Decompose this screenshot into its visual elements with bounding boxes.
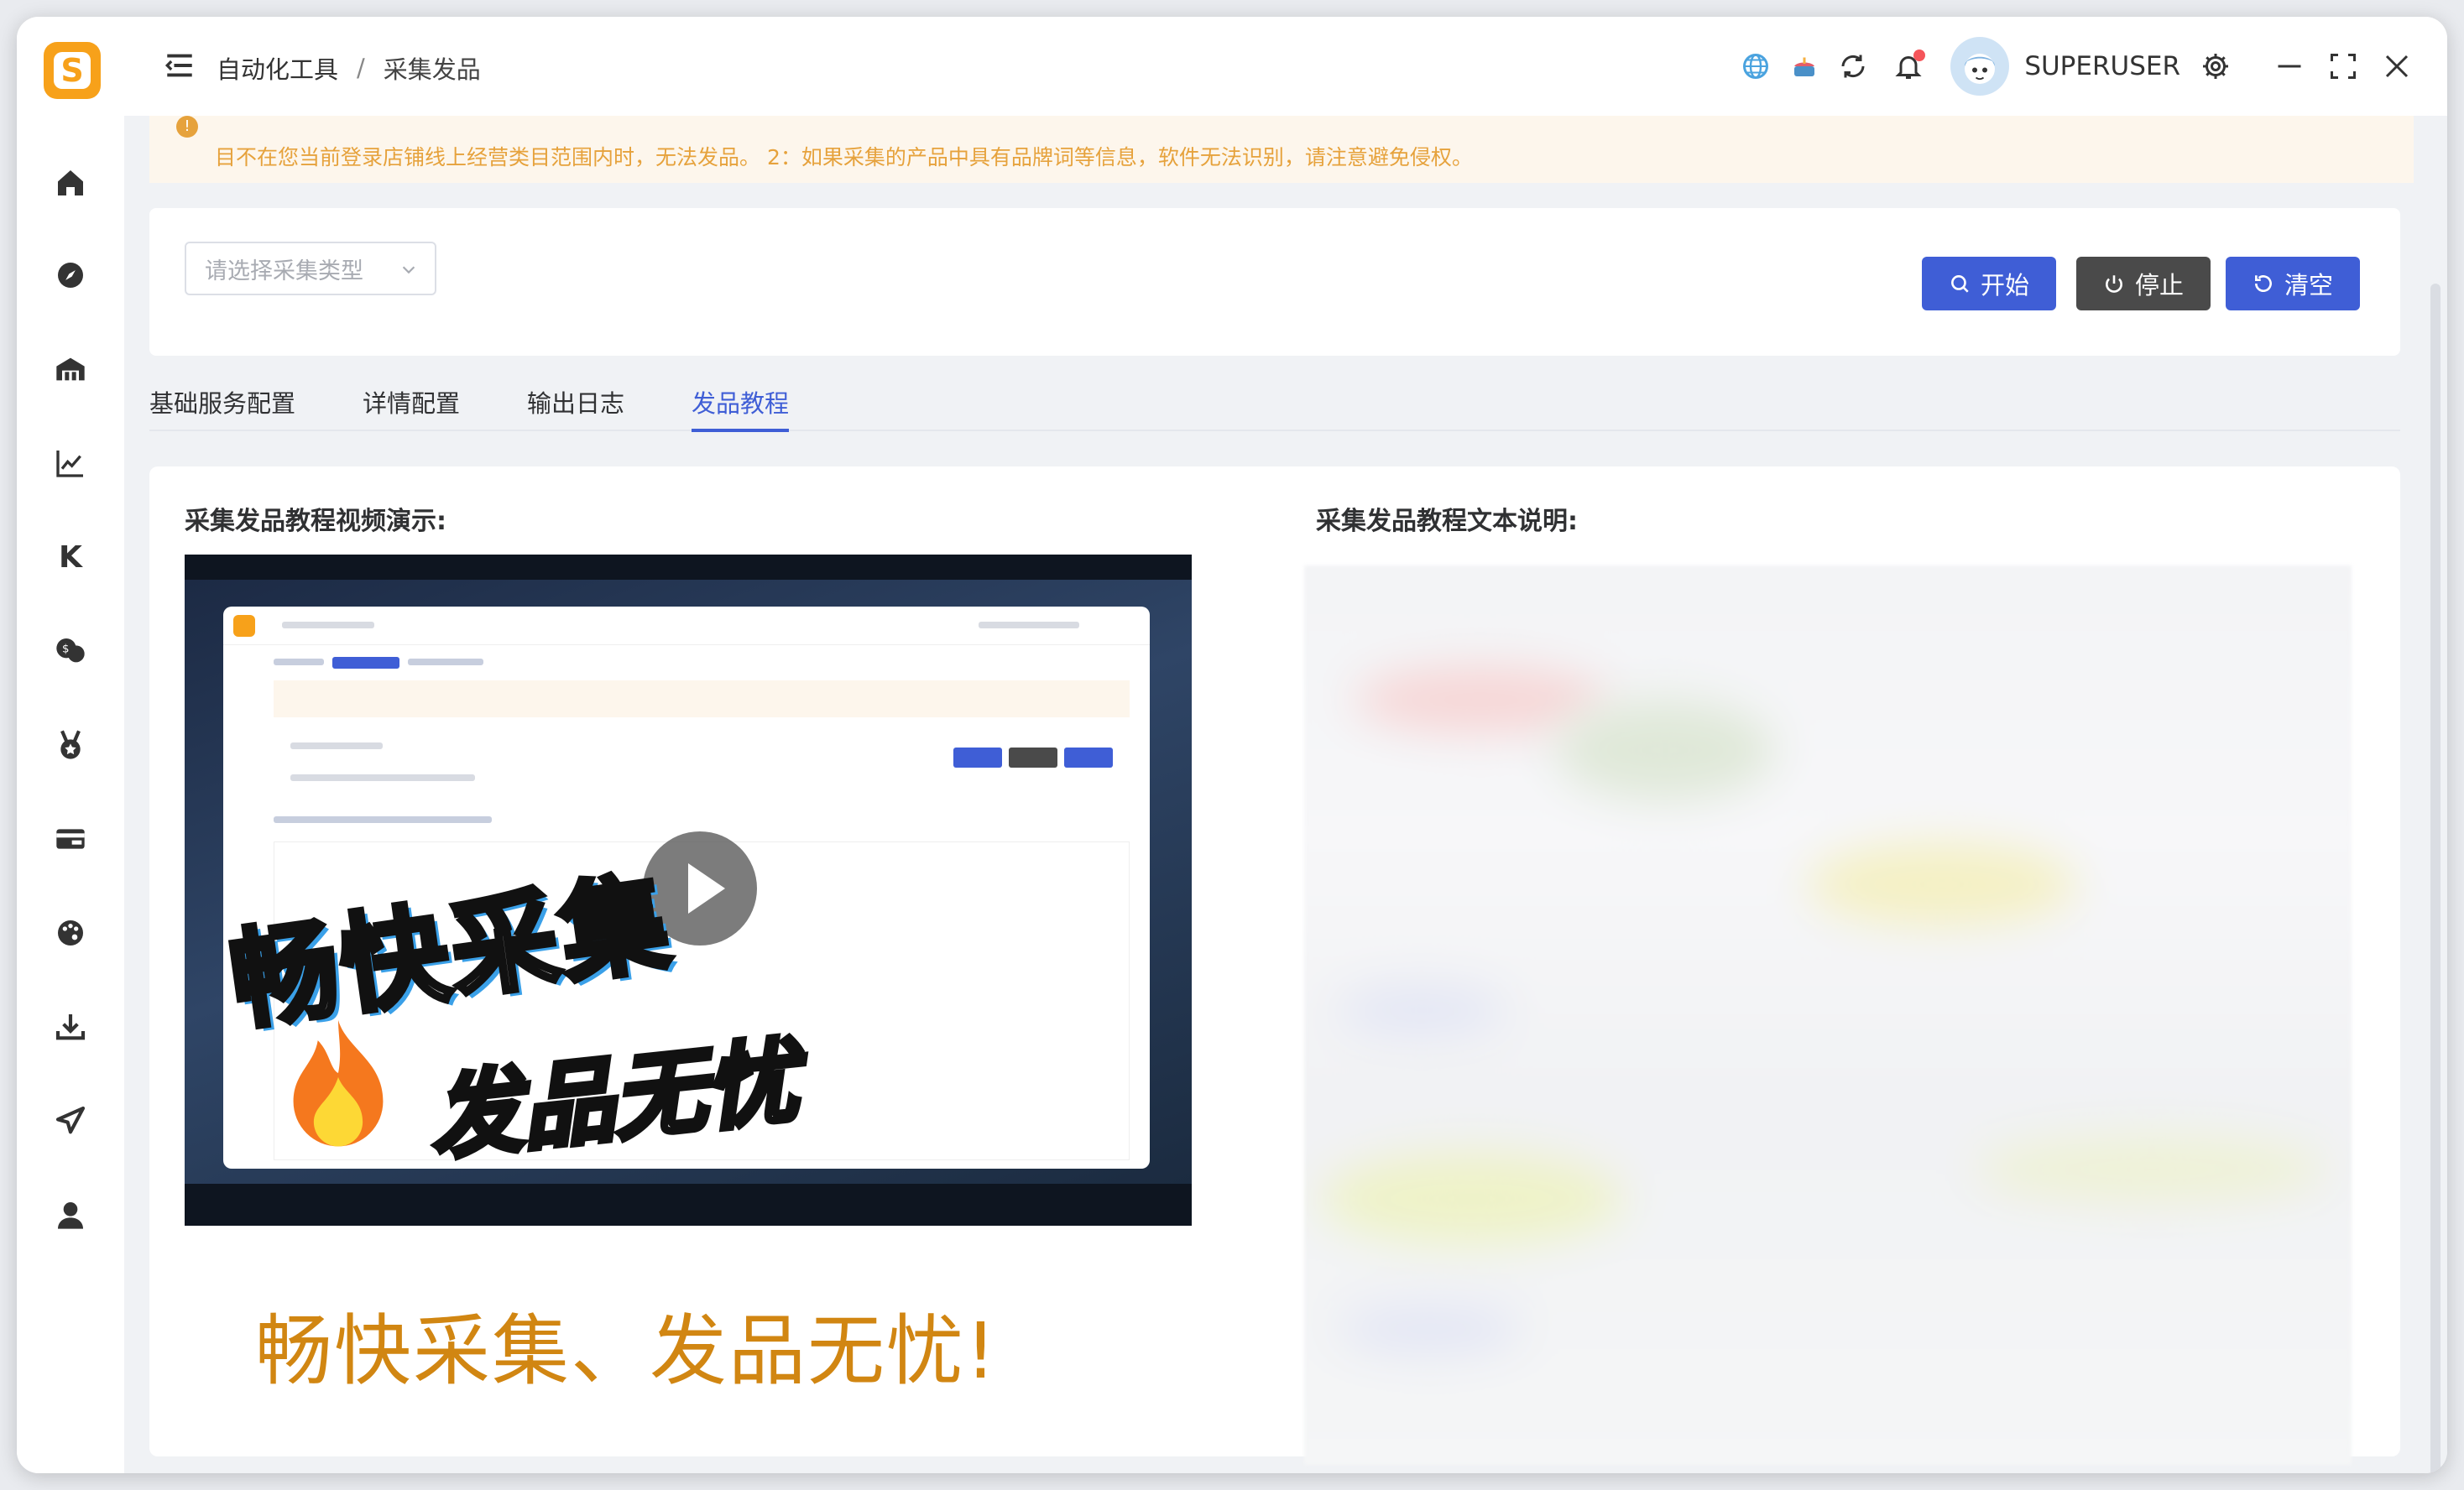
header-actions: SUPERUSER [1724, 35, 2414, 97]
warning-alert: ! 目不在您当前登录店铺线上经营类目范围内时，无法发品。 2：如果采集的产品中具… [149, 116, 2414, 183]
tutorial-text-content-blurred [1304, 565, 2352, 1465]
slogan-text: 畅快采集、发品无忧! [255, 1306, 998, 1396]
refresh-icon[interactable] [1836, 49, 1870, 83]
preview-text-line [274, 816, 492, 823]
blur-patch [1321, 1153, 1623, 1245]
preview-button [1064, 748, 1113, 768]
start-label: 开始 [1980, 271, 2029, 300]
preview-text-line [290, 742, 383, 749]
blur-patch [1976, 1136, 2328, 1203]
globe-icon[interactable] [1739, 49, 1772, 83]
username[interactable]: SUPERUSER [2024, 51, 2180, 81]
preview-button [953, 748, 1002, 768]
blur-patch [1556, 700, 1774, 800]
collect-type-select[interactable]: 请选择采集类型 [185, 242, 436, 295]
preview-text-line [290, 774, 475, 781]
avatar[interactable] [1950, 37, 2010, 96]
preview-text-line [274, 659, 324, 665]
send-icon[interactable] [49, 1099, 92, 1143]
reset-icon [2255, 275, 2272, 293]
warehouse-icon[interactable] [49, 347, 92, 391]
preview-text-line [282, 622, 374, 628]
vertical-scrollbar[interactable] [2430, 284, 2441, 1473]
tutorial-card: 采集发品教程视频演示: 采集发品教程文本说明: 畅快采集 发品无忧 畅快采集、发… [149, 466, 2400, 1465]
preview-text-line [408, 659, 483, 665]
medal-icon[interactable] [49, 723, 92, 767]
minimize-icon[interactable] [2273, 49, 2306, 83]
cake-icon[interactable] [1788, 49, 1821, 83]
chart-icon[interactable] [49, 441, 92, 485]
control-card: 请选择采集类型 开始 停止 清空 [149, 208, 2400, 356]
home-icon[interactable] [49, 161, 92, 205]
download-icon[interactable] [49, 1005, 92, 1049]
main-content: ! 目不在您当前登录店铺线上经营类目范围内时，无法发品。 2：如果采集的产品中具… [124, 116, 2447, 1473]
bell-icon[interactable] [1892, 49, 1926, 83]
preview-alert [274, 680, 1130, 717]
blur-patch [1338, 1304, 1522, 1354]
breadcrumb-item-tools[interactable]: 自动化工具 [217, 50, 338, 86]
breadcrumb-item-current: 采集发品 [383, 55, 481, 84]
blur-patch [1808, 842, 2076, 926]
select-placeholder: 请选择采集类型 [205, 258, 363, 284]
user-icon[interactable] [49, 1193, 92, 1237]
k-icon[interactable]: K [49, 535, 92, 579]
tab-detail-config[interactable]: 详情配置 [363, 384, 460, 430]
preview-text-line [979, 622, 1079, 628]
svg-text:$: $ [62, 643, 69, 656]
warning-text: 目不在您当前登录店铺线上经营类目范围内时，无法发品。 2：如果采集的产品中具有品… [215, 145, 1473, 169]
app-window: S K $ 自动化工具 / 采集发品 SUPERUSER ! 目不在您当前登录店… [17, 17, 2447, 1473]
config-tabs: 基础服务配置 详情配置 输出日志 发品教程 [149, 384, 2400, 432]
tab-output-log[interactable]: 输出日志 [527, 384, 624, 430]
close-icon[interactable] [2380, 49, 2414, 83]
search-icon [1951, 275, 1969, 293]
fullscreen-icon[interactable] [2326, 49, 2360, 83]
compass-icon[interactable] [49, 253, 92, 297]
preview-button [1009, 748, 1057, 768]
tab-tutorial[interactable]: 发品教程 [692, 384, 790, 432]
stop-button[interactable]: 停止 [2076, 257, 2211, 310]
start-button[interactable]: 开始 [1922, 257, 2056, 310]
power-icon [2106, 275, 2122, 293]
sidebar: S K $ [17, 17, 124, 1473]
video-section-title: 采集发品教程视频演示: [185, 507, 446, 536]
text-section-title: 采集发品教程文本说明: [1316, 507, 1578, 536]
menu-toggle-icon[interactable] [163, 50, 196, 81]
logo-mark: S [54, 52, 91, 89]
blur-patch [1338, 985, 1506, 1035]
tab-basic-service[interactable]: 基础服务配置 [149, 384, 295, 430]
clear-button[interactable]: 清空 [2226, 257, 2360, 310]
preview-logo [233, 615, 255, 637]
breadcrumb-separator: / [357, 54, 365, 82]
stop-label: 停止 [2134, 271, 2184, 300]
preview-text-line [332, 657, 399, 669]
warning-icon: ! [176, 116, 198, 138]
app-logo[interactable]: S [44, 42, 101, 99]
blur-patch [1355, 666, 1606, 733]
palette-icon[interactable] [49, 911, 92, 955]
top-header: 自动化工具 / 采集发品 SUPERUSER [124, 17, 2447, 116]
chat-icon[interactable]: $ [49, 629, 92, 673]
gear-icon[interactable] [2199, 49, 2232, 83]
chevron-down-icon [402, 266, 415, 274]
clear-label: 清空 [2284, 271, 2333, 300]
tutorial-video[interactable]: 畅快采集 发品无忧 [185, 555, 1192, 1226]
breadcrumb: 自动化工具 / 采集发品 [217, 50, 481, 86]
card-icon[interactable] [49, 817, 92, 861]
